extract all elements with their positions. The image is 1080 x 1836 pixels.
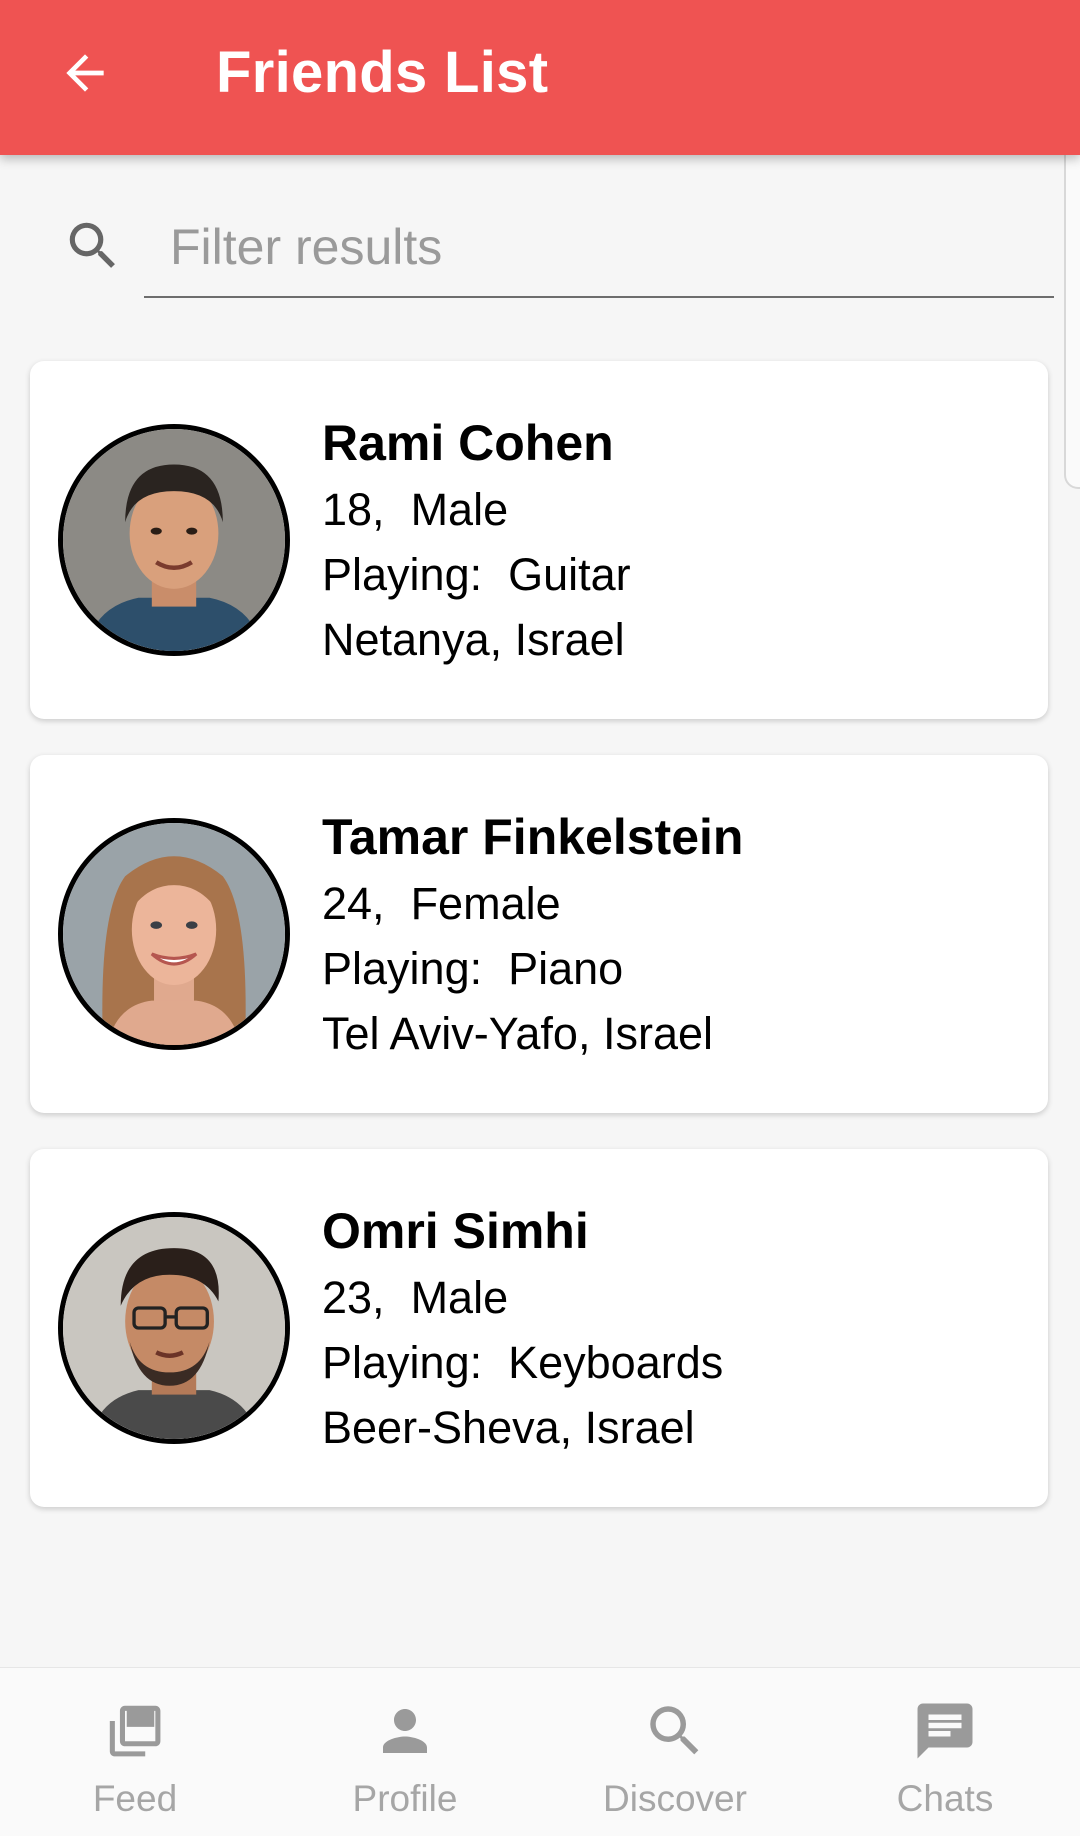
feed-icon <box>109 1705 161 1757</box>
person-photo-icon <box>63 429 285 651</box>
nav-item-feed[interactable]: Feed <box>0 1668 270 1836</box>
bottom-navigation: Feed Profile Discover Chats <box>0 1667 1080 1836</box>
playing-label: Playing: <box>322 549 483 600</box>
search-icon <box>69 222 115 268</box>
friend-location: Netanya, Israel <box>322 614 625 665</box>
search-icon <box>650 1706 699 1755</box>
person-photo-icon <box>63 1217 285 1439</box>
search-input[interactable] <box>144 198 1054 298</box>
nav-label: Discover <box>603 1778 747 1819</box>
friend-age: 24, <box>322 878 385 929</box>
friend-name: Rami Cohen <box>322 415 614 471</box>
friend-age: 18, <box>322 484 385 535</box>
avatar <box>58 818 290 1050</box>
friend-name: Tamar Finkelstein <box>322 809 744 865</box>
nav-item-profile[interactable]: Profile <box>270 1668 540 1836</box>
playing-label: Playing: <box>322 943 483 994</box>
friend-card[interactable]: Rami Cohen 18, Male Playing: Guitar Netany… <box>30 361 1048 719</box>
app-bar: Friends List <box>0 0 1080 155</box>
nav-label: Profile <box>352 1778 458 1819</box>
person-icon <box>383 1709 427 1753</box>
friend-gender: Male <box>410 484 509 535</box>
playing-label: Playing: <box>322 1337 483 1388</box>
scroll-indicator[interactable] <box>1064 135 1080 489</box>
back-button[interactable] <box>40 28 130 118</box>
page-title: Friends List <box>216 40 549 105</box>
friend-gender: Female <box>410 878 561 929</box>
nav-label: Feed <box>92 1778 178 1819</box>
nav-item-chats[interactable]: Chats <box>810 1668 1080 1836</box>
friend-location: Beer-Sheva, Israel <box>322 1402 695 1453</box>
friend-card[interactable]: Tamar Finkelstein 24, Female Playing: Pian… <box>30 755 1048 1113</box>
avatar <box>58 1212 290 1444</box>
friend-location: Tel Aviv-Yafo, Israel <box>322 1008 714 1059</box>
chat-icon <box>917 1703 973 1759</box>
friend-instrument: Piano <box>508 943 624 994</box>
nav-label: Chats <box>896 1778 994 1819</box>
person-photo-icon <box>63 823 285 1045</box>
search-bar <box>0 190 1080 320</box>
friend-name: Omri Simhi <box>322 1203 589 1259</box>
nav-item-discover[interactable]: Discover <box>540 1668 810 1836</box>
friend-instrument: Keyboards <box>508 1337 724 1388</box>
friend-age: 23, <box>322 1272 385 1323</box>
friend-gender: Male <box>410 1272 509 1323</box>
avatar <box>58 424 290 656</box>
friend-instrument: Guitar <box>508 549 631 600</box>
arrow-back-icon <box>66 54 104 92</box>
friend-card[interactable]: Omri Simhi 23, Male Playing: Keyboards Bee… <box>30 1149 1048 1507</box>
